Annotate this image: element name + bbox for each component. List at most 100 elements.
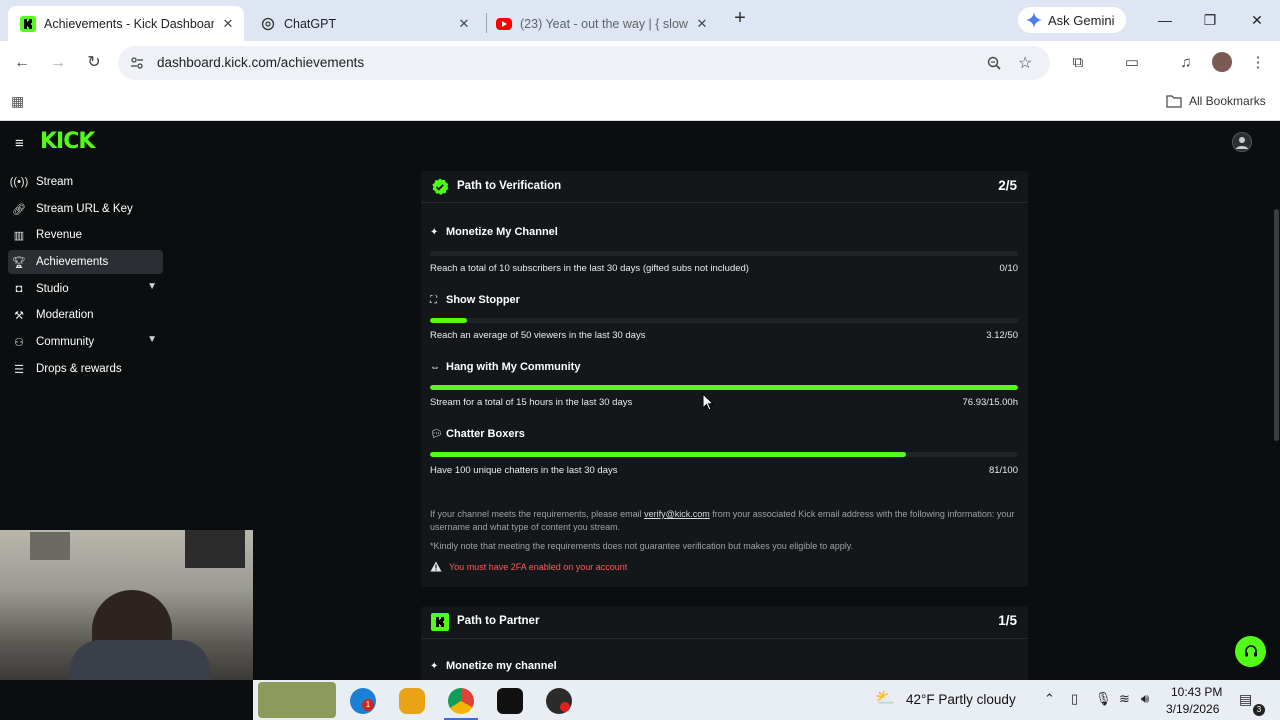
sidebar-item-stream-url-key[interactable]: 🔗︎ Stream URL & Key [8, 197, 163, 221]
all-bookmarks-button[interactable]: All Bookmarks [1166, 94, 1266, 108]
media-controls-icon[interactable]: ♫ [1176, 53, 1196, 73]
weather-icon[interactable]: ⛅ [875, 688, 895, 708]
warning-icon [430, 561, 442, 572]
task-description: Reach a total of 10 subscribers in the l… [430, 263, 749, 274]
back-icon[interactable]: ← [12, 53, 32, 73]
sidebar-item-stream[interactable]: ((•)) Stream [8, 170, 163, 194]
card-title: Path to Verification [457, 180, 562, 192]
verification-card-header: Path to Verification 2/5 [421, 171, 1028, 203]
close-window-icon[interactable]: ✕ [1247, 10, 1267, 30]
community-icon: ⚇ [14, 336, 24, 349]
partner-card: Path to Partner 1/5 ✦ Monetize my channe… [421, 606, 1028, 686]
broadcast-icon: ((•)) [9, 176, 29, 188]
task-description: Have 100 unique chatters in the last 30 … [430, 465, 618, 476]
tab-title: Achievements - Kick Dashboard [44, 16, 214, 31]
close-tab-icon[interactable]: ✕ [694, 16, 710, 32]
verify-email-link[interactable]: verify@kick.com [644, 509, 710, 519]
partner-card-header: Path to Partner 1/5 [421, 606, 1028, 639]
extensions-icon[interactable]: ⧉ [1068, 53, 1088, 73]
menu-kebab-icon[interactable]: ⋮ [1248, 53, 1268, 73]
sidebar-item-achievements[interactable]: 🏆︎ Achievements [8, 250, 163, 274]
ask-gemini-button[interactable]: Ask Gemini [1018, 7, 1126, 33]
device-icon[interactable]: ▯ [1071, 691, 1078, 707]
task-description: Reach an average of 50 viewers in the la… [430, 330, 646, 341]
trophy-icon: 🏆︎ [12, 256, 26, 269]
notifications-icon[interactable]: ▤ [1239, 691, 1252, 708]
windows-taskbar: 1 ⛅ 42°F Partly cloudy ⌃ ▯ 🎙︎ ≋ 🔊︎ 10:43… [253, 680, 1280, 720]
volume-icon[interactable]: 🔊︎ [1141, 691, 1149, 707]
fl-studio-icon[interactable] [399, 688, 425, 714]
task-progress-bar [430, 452, 1018, 457]
sidebar-item-label: Stream [36, 176, 74, 188]
chrome-app-icon[interactable] [448, 688, 474, 714]
tab-chatgpt[interactable]: ChatGPT ✕ [252, 6, 480, 41]
clock-time[interactable]: 10:43 PM [1171, 685, 1222, 699]
sidebar-item-label: Studio [36, 283, 69, 295]
support-chat-button[interactable] [1235, 636, 1266, 667]
zoom-icon[interactable] [987, 56, 1001, 70]
verification-card: Path to Verification 2/5 ✦ Monetize My C… [421, 171, 1028, 587]
microphone-icon[interactable]: 🎙︎ [1095, 691, 1112, 707]
gemini-label: Ask Gemini [1048, 12, 1115, 28]
streamer-shirt [70, 640, 210, 680]
list-icon: ☰ [14, 363, 24, 376]
close-tab-icon[interactable]: ✕ [456, 16, 472, 32]
studio-icon: ◘ [15, 283, 23, 295]
gemini-icon [1026, 12, 1042, 28]
chat-bubble-icon: 💬︎ [430, 429, 443, 440]
profile-avatar[interactable] [1212, 52, 1232, 72]
chevron-up-icon[interactable]: ⌃ [1044, 691, 1055, 707]
task-title: Show Stopper [446, 294, 520, 306]
recording-dot [560, 702, 570, 712]
kick-logo[interactable]: KICK [40, 129, 95, 154]
link-icon: 🔗︎ [12, 203, 26, 216]
sparkle-icon: ✦ [430, 661, 439, 672]
clock-date[interactable]: 3/19/2026 [1166, 702, 1219, 716]
webcam-overlay [0, 530, 253, 680]
hamburger-menu-icon[interactable]: ≡ [15, 135, 24, 152]
task-progress-fill [430, 452, 907, 457]
chevron-down-icon[interactable]: ▼ [147, 281, 157, 292]
sidebar-item-label: Community [36, 336, 95, 348]
sidebar-item-studio[interactable]: ◘ Studio ▼ [8, 277, 163, 301]
apps-grid-icon[interactable]: ▦ [11, 93, 24, 110]
task-progress-text: 3.12/50 [986, 330, 1018, 341]
task-title: Monetize my channel [446, 660, 557, 672]
address-bar[interactable]: dashboard.kick.com/achievements ☆ [118, 46, 1050, 80]
wifi-icon[interactable]: ≋ [1119, 691, 1130, 707]
weather-text[interactable]: 42°F Partly cloudy [906, 692, 1016, 707]
page-scrollbar[interactable] [1274, 209, 1279, 441]
browser-toolbar: ← → ↻ dashboard.kick.com/achievements ☆ … [0, 41, 1280, 85]
card-title: Path to Partner [457, 615, 540, 627]
minimize-icon[interactable]: — [1155, 10, 1175, 30]
task-progress-fill [430, 318, 467, 323]
verification-instructions: If your channel meets the requirements, … [430, 508, 1020, 534]
sidebar-item-label: Stream URL & Key [36, 203, 133, 215]
card-progress-count: 1/5 [998, 613, 1017, 628]
task-progress-text: 0/10 [999, 263, 1019, 274]
stage-icon: ⛶ [430, 295, 437, 306]
wall-poster [30, 532, 70, 560]
sidebar-item-community[interactable]: ⚇ Community ▼ [8, 330, 163, 354]
tab-youtube[interactable]: (23) Yeat - out the way | { slowe ✕ [490, 6, 718, 41]
chevron-down-icon[interactable]: ▼ [147, 334, 157, 345]
close-tab-icon[interactable]: ✕ [220, 16, 236, 32]
sidebar-item-moderation[interactable]: ⚒ Moderation [8, 303, 163, 327]
cast-icon[interactable]: ▭ [1122, 53, 1142, 73]
tab-achievements[interactable]: Achievements - Kick Dashboard ✕ [8, 6, 244, 41]
notification-badge: 3 [1253, 704, 1265, 716]
capcut-icon[interactable] [497, 688, 523, 714]
site-settings-icon[interactable] [130, 56, 144, 70]
sidebar-item-revenue[interactable]: ▥ Revenue [8, 223, 163, 247]
sidebar-item-drops-rewards[interactable]: ☰ Drops & rewards [8, 357, 163, 381]
sidebar-item-label: Drops & rewards [36, 363, 122, 375]
user-avatar[interactable] [1232, 132, 1252, 152]
bookmark-star-icon[interactable]: ☆ [1018, 53, 1032, 73]
reload-icon[interactable]: ↻ [84, 53, 104, 73]
task-progress-fill [430, 385, 1018, 390]
restore-icon[interactable]: ❐ [1200, 10, 1220, 30]
gavel-icon: ⚒ [14, 309, 24, 322]
kick-favicon [20, 15, 36, 32]
forward-icon[interactable]: → [48, 53, 68, 73]
new-tab-button[interactable]: + [730, 8, 750, 29]
